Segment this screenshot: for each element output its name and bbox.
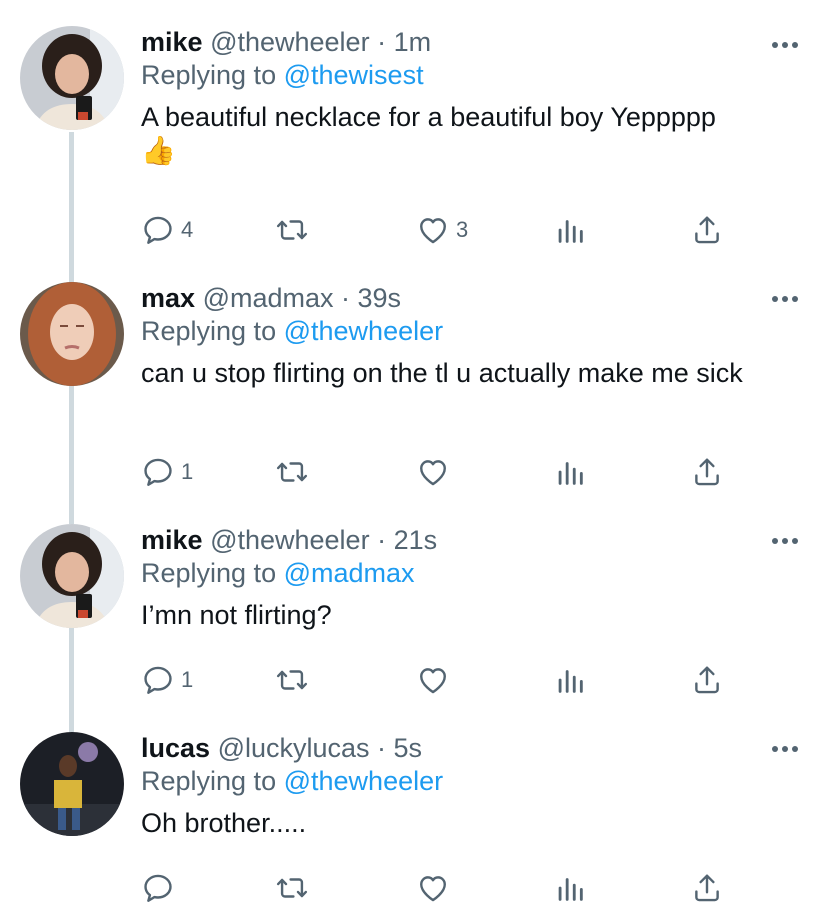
timestamp[interactable]: · 1m — [377, 27, 431, 57]
tweet-actions: 4 3 — [141, 212, 741, 248]
retweet-icon — [275, 455, 309, 489]
reply-icon — [141, 871, 175, 905]
share-icon — [690, 663, 724, 697]
thumbs-up-emoji: 👍 — [141, 135, 176, 166]
like-icon — [416, 663, 450, 697]
analytics-button[interactable] — [553, 662, 587, 698]
tweet[interactable]: mike @thewheeler · 1m Replying to @thewi… — [0, 0, 828, 270]
replying-label: Replying to — [141, 558, 277, 588]
replying-to: Replying to @thewisest — [141, 58, 768, 92]
analytics-button[interactable] — [553, 870, 587, 906]
share-icon — [690, 455, 724, 489]
like-count: 3 — [456, 217, 469, 242]
avatar[interactable] — [20, 26, 124, 130]
avatar[interactable] — [20, 524, 124, 628]
more-icon[interactable] — [772, 41, 798, 49]
reply-button[interactable]: 4 — [141, 212, 193, 248]
analytics-icon — [553, 663, 587, 697]
tweet[interactable]: max @madmax · 39s Replying to @thewheele… — [0, 270, 828, 512]
mention-link[interactable]: @thewheeler — [284, 316, 444, 346]
share-icon — [690, 871, 724, 905]
mention-link[interactable]: @thewheeler — [284, 766, 444, 796]
tweet-text: A beautiful necklace for a beautiful boy… — [141, 100, 768, 134]
tweet-header: max @madmax · 39s — [141, 282, 768, 314]
retweet-icon — [275, 663, 309, 697]
tweet-actions — [141, 870, 741, 906]
avatar[interactable] — [20, 732, 124, 836]
like-icon — [416, 213, 450, 247]
more-icon[interactable] — [772, 295, 798, 303]
reply-button[interactable]: 1 — [141, 454, 193, 490]
share-button[interactable] — [690, 870, 724, 906]
analytics-icon — [553, 455, 587, 489]
tweet-header: lucas @luckylucas · 5s — [141, 732, 768, 764]
like-button[interactable] — [416, 662, 450, 698]
replying-to: Replying to @madmax — [141, 556, 768, 590]
handle[interactable]: @thewheeler — [210, 525, 370, 555]
tweet-actions: 1 — [141, 454, 741, 490]
retweet-icon — [275, 213, 309, 247]
tweet-header: mike @thewheeler · 1m — [141, 26, 768, 58]
display-name[interactable]: max — [141, 283, 195, 313]
like-icon — [416, 455, 450, 489]
retweet-icon — [275, 871, 309, 905]
retweet-button[interactable] — [275, 662, 309, 698]
reply-icon — [141, 455, 175, 489]
display-name[interactable]: mike — [141, 525, 203, 555]
analytics-button[interactable] — [553, 454, 587, 490]
replying-label: Replying to — [141, 316, 277, 346]
retweet-button[interactable] — [275, 212, 309, 248]
tweet-text: can u stop flirting on the tl u actually… — [141, 356, 768, 390]
like-icon — [416, 871, 450, 905]
like-button[interactable] — [416, 454, 450, 490]
tweet-text: Oh brother..... — [141, 806, 768, 840]
reply-count: 1 — [181, 459, 194, 484]
handle[interactable]: @madmax — [203, 283, 334, 313]
reply-count: 1 — [181, 667, 194, 692]
handle[interactable]: @thewheeler — [210, 27, 370, 57]
tweet-text: I’mn not flirting? — [141, 598, 768, 632]
more-icon[interactable] — [772, 537, 798, 545]
display-name[interactable]: lucas — [141, 733, 210, 763]
like-button[interactable]: 3 — [416, 212, 468, 248]
replying-label: Replying to — [141, 766, 277, 796]
handle[interactable]: @luckylucas — [218, 733, 370, 763]
replying-to: Replying to @thewheeler — [141, 314, 768, 348]
reply-button[interactable] — [141, 870, 175, 906]
display-name[interactable]: mike — [141, 27, 203, 57]
share-button[interactable] — [690, 662, 724, 698]
timestamp[interactable]: · 5s — [377, 733, 422, 763]
mention-link[interactable]: @thewisest — [284, 60, 424, 90]
analytics-icon — [553, 871, 587, 905]
analytics-button[interactable] — [553, 212, 587, 248]
tweet-text-body: Oh brother..... — [141, 808, 307, 838]
tweet[interactable]: lucas @luckylucas · 5s Replying to @thew… — [0, 720, 828, 919]
mention-link[interactable]: @madmax — [284, 558, 415, 588]
timestamp[interactable]: · 39s — [341, 283, 401, 313]
tweet[interactable]: mike @thewheeler · 21s Replying to @madm… — [0, 512, 828, 720]
reply-icon — [141, 213, 175, 247]
tweet-text-body: can u stop flirting on the tl u actually… — [141, 358, 743, 388]
replying-to: Replying to @thewheeler — [141, 764, 768, 798]
like-button[interactable] — [416, 870, 450, 906]
share-icon — [690, 213, 724, 247]
replying-label: Replying to — [141, 60, 277, 90]
retweet-button[interactable] — [275, 454, 309, 490]
reply-icon — [141, 663, 175, 697]
tweet-text-body: I’mn not flirting? — [141, 600, 332, 630]
more-icon[interactable] — [772, 745, 798, 753]
analytics-icon — [553, 213, 587, 247]
tweet-actions: 1 — [141, 662, 741, 698]
share-button[interactable] — [690, 454, 724, 490]
tweet-text-body: A beautiful necklace for a beautiful boy… — [141, 102, 716, 132]
timestamp[interactable]: · 21s — [377, 525, 437, 555]
avatar[interactable] — [20, 282, 124, 386]
reply-button[interactable]: 1 — [141, 662, 193, 698]
reply-count: 4 — [181, 217, 194, 242]
tweet-header: mike @thewheeler · 21s — [141, 524, 768, 556]
retweet-button[interactable] — [275, 870, 309, 906]
share-button[interactable] — [690, 212, 724, 248]
